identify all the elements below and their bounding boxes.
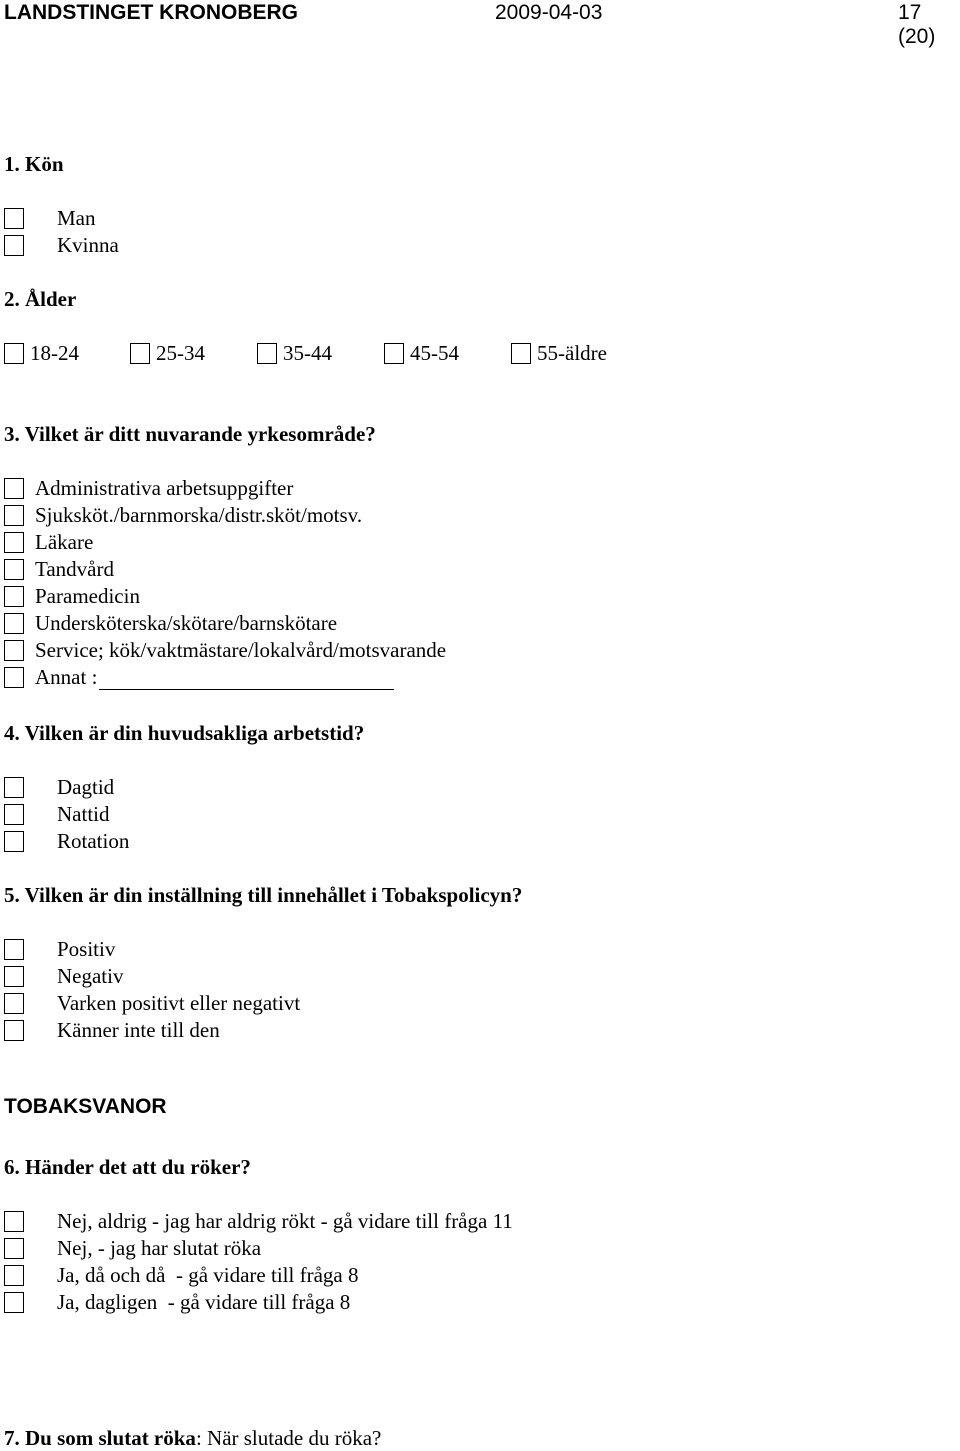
option-man[interactable]: Man: [4, 205, 304, 232]
question-7-title-rest: : När slutade du röka?: [195, 1426, 382, 1450]
checkbox[interactable]: [4, 640, 24, 661]
option-underskoterska[interactable]: Undersköterska/skötare/barnskötare: [4, 610, 504, 637]
option-label: Annat :: [35, 665, 98, 689]
option-label: 25-34: [156, 341, 205, 365]
question-7-title: 7. Du som slutat röka: När slutade du rö…: [4, 1426, 381, 1451]
checkbox[interactable]: [4, 1292, 24, 1313]
option-label: Nej, - jag har slutat röka: [57, 1236, 262, 1260]
question-2-title: 2. Ålder: [4, 287, 77, 311]
checkbox[interactable]: [4, 667, 24, 688]
checkbox[interactable]: [4, 343, 24, 364]
option-annat[interactable]: Annat :: [4, 664, 504, 691]
page-number: 17 (20): [898, 1, 936, 48]
checkbox[interactable]: [257, 343, 277, 364]
option-dagtid[interactable]: Dagtid: [4, 774, 304, 801]
checkbox[interactable]: [511, 343, 531, 364]
option-label: Ja, dagligen - gå vidare till fråga 8: [57, 1290, 351, 1314]
checkbox[interactable]: [4, 586, 24, 607]
option-nattid[interactable]: Nattid: [4, 801, 304, 828]
annat-text-field[interactable]: [99, 669, 395, 690]
checkbox[interactable]: [4, 559, 24, 580]
option-kvinna[interactable]: Kvinna: [4, 232, 304, 259]
option-label: Sjuksköt./barnmorska/distr.sköt/motsv.: [35, 503, 363, 527]
option-age-35-44[interactable]: 35-44: [257, 340, 367, 367]
checkbox[interactable]: [4, 804, 24, 825]
checkbox[interactable]: [4, 478, 24, 499]
document-date: 2009-04-03: [495, 1, 603, 24]
option-paramedicin[interactable]: Paramedicin: [4, 583, 504, 610]
option-label: 35-44: [283, 341, 332, 365]
option-ja-da-och-da[interactable]: Ja, då och då - gå vidare till fråga 8: [4, 1262, 604, 1289]
option-label: Rotation: [57, 829, 130, 853]
option-kanner-inte[interactable]: Känner inte till den: [4, 1017, 404, 1044]
checkbox[interactable]: [4, 505, 24, 526]
question-1-title: 1. Kön: [4, 152, 64, 176]
option-label: Ja, då och då - gå vidare till fråga 8: [57, 1263, 359, 1287]
option-label: Undersköterska/skötare/barnskötare: [35, 611, 338, 635]
option-age-25-34[interactable]: 25-34: [130, 340, 240, 367]
option-label: Kvinna: [57, 233, 119, 257]
option-label: Nej, aldrig - jag har aldrig rökt - gå v…: [57, 1209, 513, 1233]
option-label: Nattid: [57, 802, 110, 826]
option-label: Varken positivt eller negativt: [57, 991, 301, 1015]
option-lakare[interactable]: Läkare: [4, 529, 504, 556]
checkbox[interactable]: [4, 1238, 24, 1259]
checkbox[interactable]: [4, 831, 24, 852]
option-ja-dagligen[interactable]: Ja, dagligen - gå vidare till fråga 8: [4, 1289, 604, 1316]
option-label: Positiv: [57, 937, 116, 961]
option-label: Administrativa arbetsuppgifter: [35, 476, 294, 500]
option-label: Tandvård: [35, 557, 114, 581]
option-label: 45-54: [410, 341, 459, 365]
checkbox[interactable]: [4, 532, 24, 553]
checkbox[interactable]: [384, 343, 404, 364]
option-label: Dagtid: [57, 775, 115, 799]
option-nej-aldrig[interactable]: Nej, aldrig - jag har aldrig rökt - gå v…: [4, 1208, 604, 1235]
option-label: 18-24: [30, 341, 79, 365]
question-3-title: 3. Vilket är ditt nuvarande yrkesområde?: [4, 422, 376, 446]
option-label: Känner inte till den: [57, 1018, 220, 1042]
option-sjukskoterska[interactable]: Sjuksköt./barnmorska/distr.sköt/motsv.: [4, 502, 504, 529]
option-age-18-24[interactable]: 18-24: [4, 340, 114, 367]
option-positiv[interactable]: Positiv: [4, 936, 404, 963]
checkbox[interactable]: [4, 1211, 24, 1232]
option-administrativa[interactable]: Administrativa arbetsuppgifter: [4, 475, 504, 502]
checkbox[interactable]: [4, 966, 24, 987]
checkbox[interactable]: [4, 777, 24, 798]
option-tandvard[interactable]: Tandvård: [4, 556, 504, 583]
checkbox[interactable]: [4, 1265, 24, 1286]
option-rotation[interactable]: Rotation: [4, 828, 304, 855]
organization-name: LANDSTINGET KRONOBERG: [4, 1, 298, 24]
option-nej-slutat[interactable]: Nej, - jag har slutat röka: [4, 1235, 604, 1262]
option-label: Negativ: [57, 964, 124, 988]
checkbox[interactable]: [4, 613, 24, 634]
option-negativ[interactable]: Negativ: [4, 963, 404, 990]
checkbox[interactable]: [130, 343, 150, 364]
option-service[interactable]: Service; kök/vaktmästare/lokalvård/motsv…: [4, 637, 504, 664]
checkbox[interactable]: [4, 939, 24, 960]
option-label: Läkare: [35, 530, 94, 554]
checkbox[interactable]: [4, 235, 24, 256]
option-label: Paramedicin: [35, 584, 140, 608]
question-4-title: 4. Vilken är din huvudsakliga arbetstid?: [4, 721, 365, 745]
option-varken[interactable]: Varken positivt eller negativt: [4, 990, 404, 1017]
option-label: Service; kök/vaktmästare/lokalvård/motsv…: [35, 638, 447, 662]
checkbox[interactable]: [4, 1020, 24, 1041]
option-label: Man: [57, 206, 96, 230]
question-5-title: 5. Vilken är din inställning till innehå…: [4, 883, 523, 907]
question-6-title: 6. Händer det att du röker?: [4, 1155, 251, 1179]
checkbox[interactable]: [4, 993, 24, 1014]
question-7-title-bold: 7. Du som slutat röka: [4, 1426, 196, 1450]
option-age-45-54[interactable]: 45-54: [384, 340, 494, 367]
option-label: 55-äldre: [537, 341, 607, 365]
option-age-55-aldre[interactable]: 55-äldre: [511, 340, 641, 367]
section-title-tobaksvanor: TOBAKSVANOR: [4, 1095, 167, 1118]
checkbox[interactable]: [4, 208, 24, 229]
